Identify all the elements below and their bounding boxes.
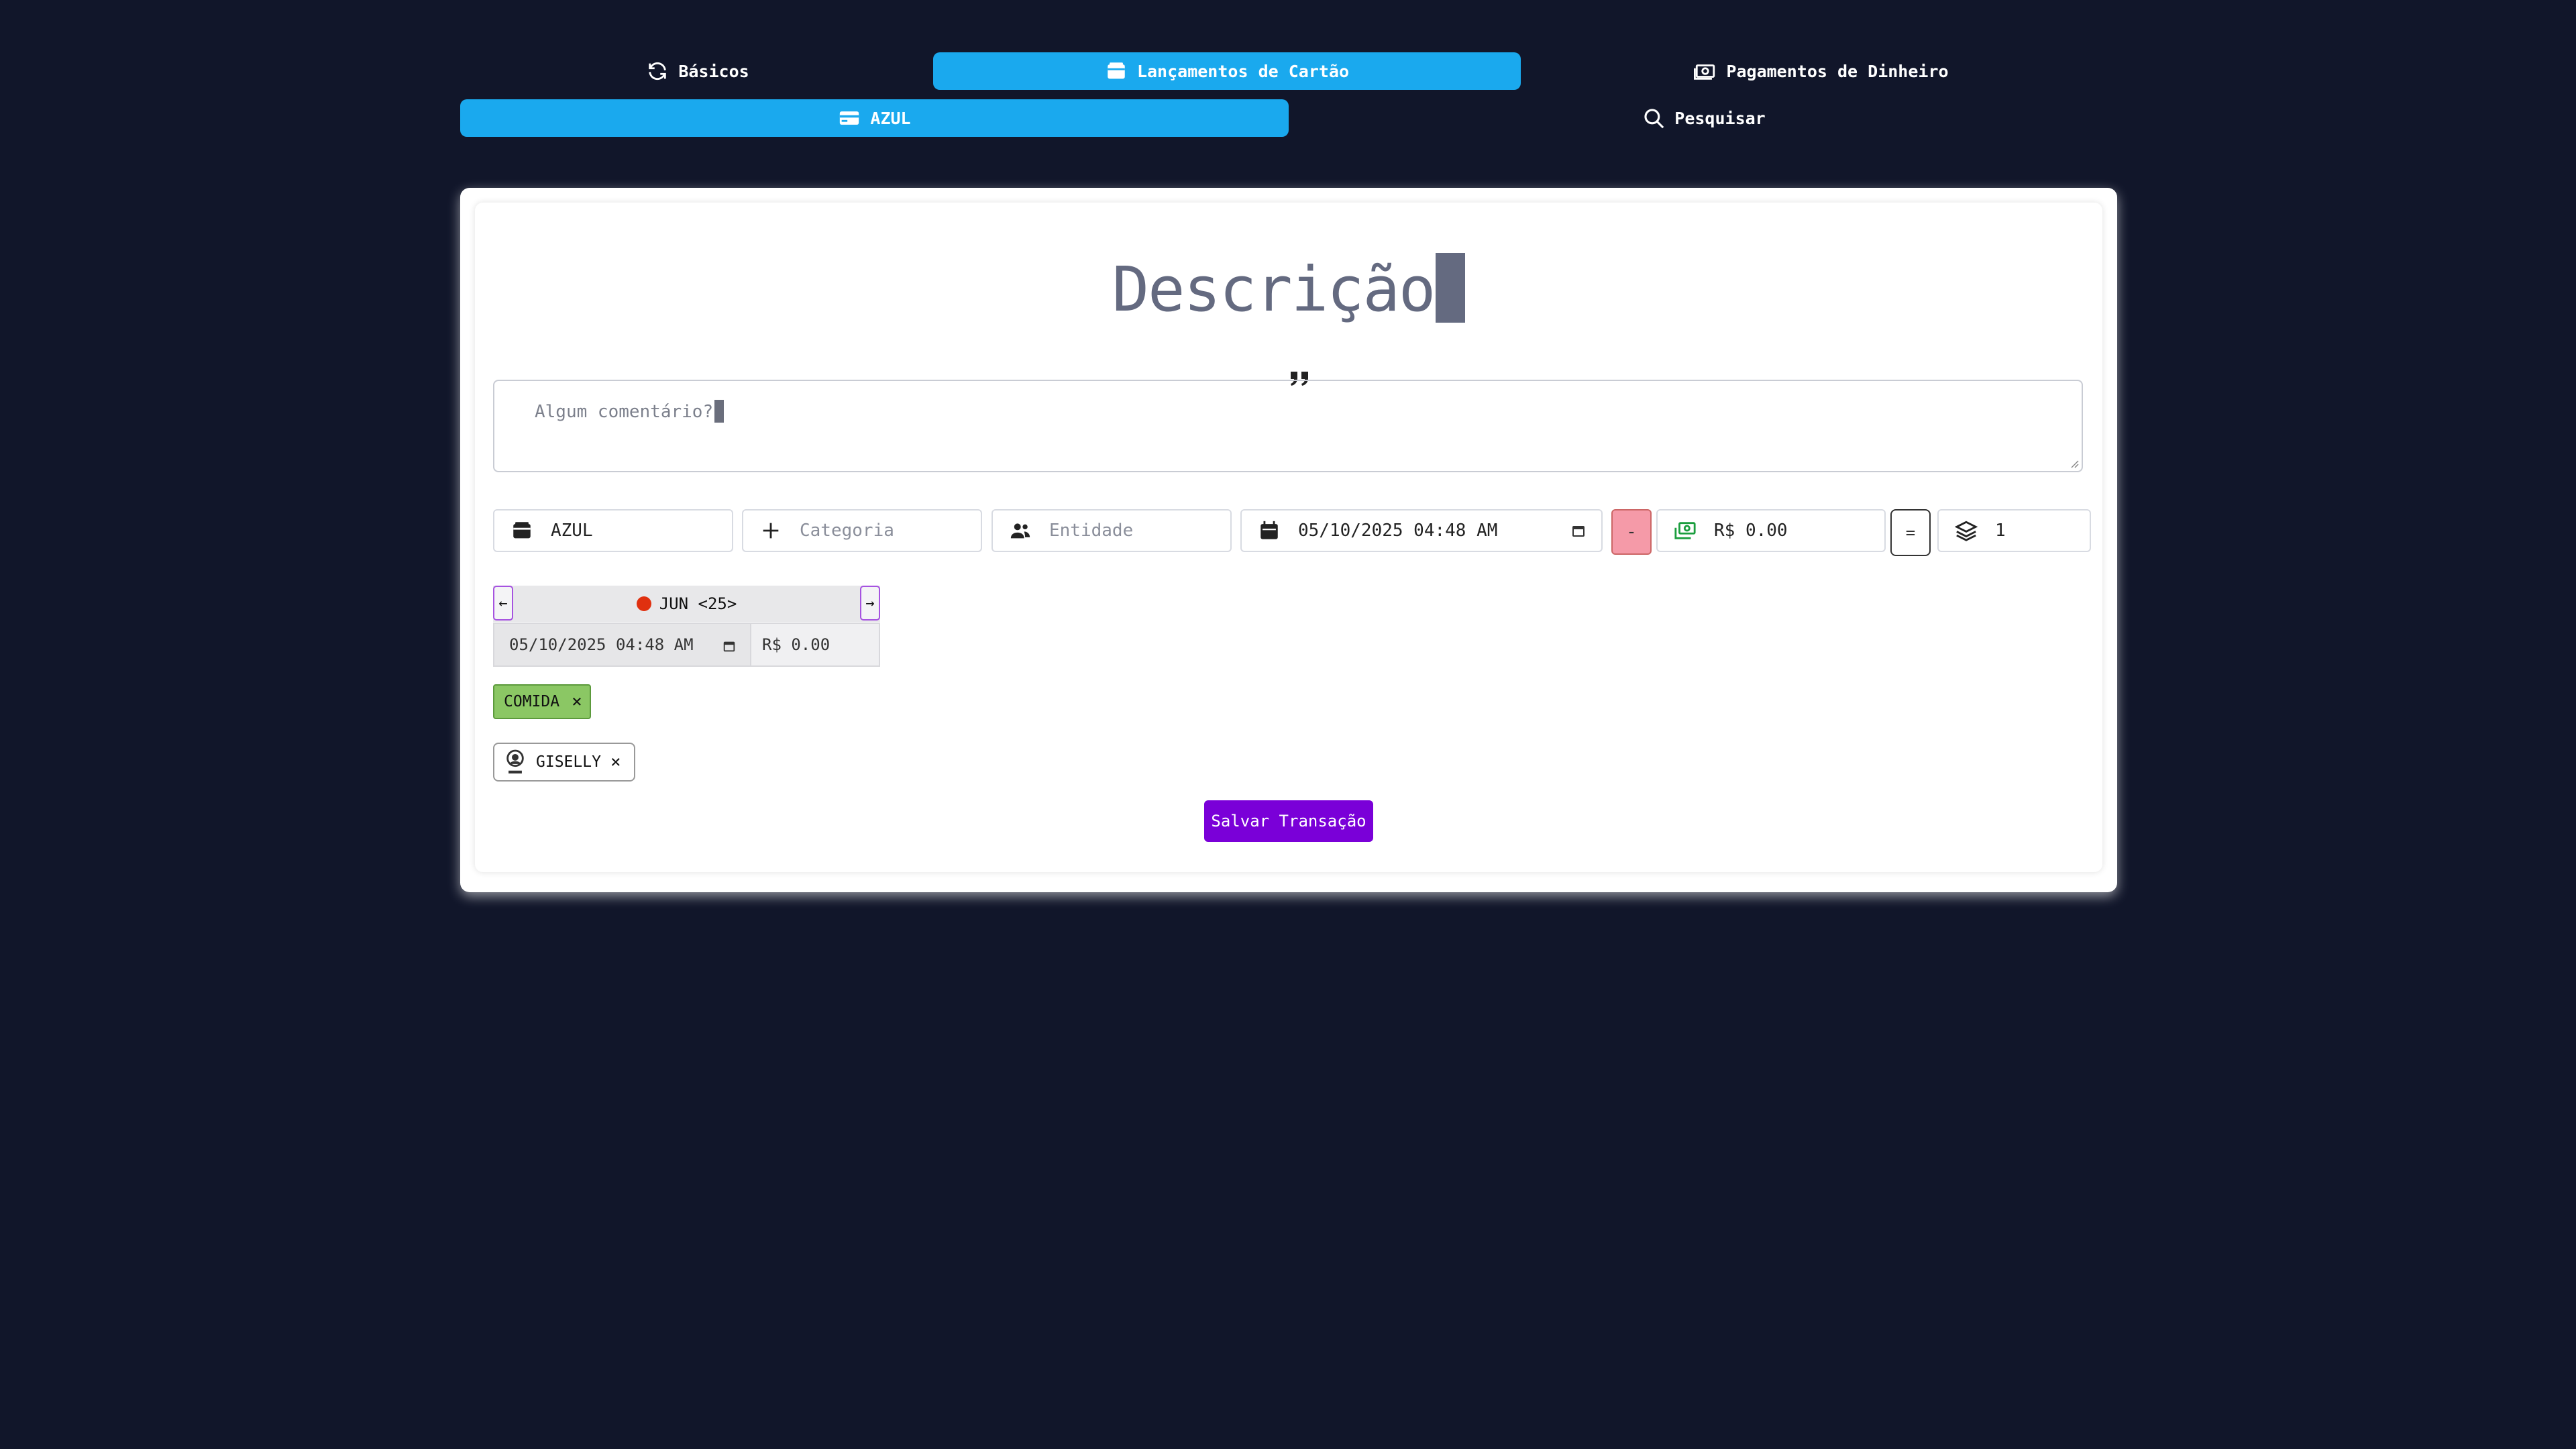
installment-date-value: 05/10/2025 04:48 AM <box>509 635 694 654</box>
entity-field[interactable]: Entidade <box>991 509 1232 552</box>
prev-month-button[interactable]: ← <box>493 586 513 621</box>
sign-toggle-button[interactable]: - <box>1611 509 1652 555</box>
installment-month-header: JUN <25> <box>493 586 880 622</box>
resize-handle-icon[interactable] <box>2070 459 2079 468</box>
installment-month-label: JUN <25> <box>659 594 737 613</box>
refresh-icon <box>646 60 669 83</box>
category-chip: COMIDA × <box>493 684 591 719</box>
entity-chip-label: GISELLY <box>536 753 601 771</box>
tab-lancamentos-cartao[interactable]: Lançamentos de Cartão <box>933 52 1521 90</box>
money-icon <box>1694 60 1717 83</box>
datetime-value: 05/10/2025 04:48 AM <box>1298 521 1498 541</box>
users-icon <box>993 519 1049 542</box>
money-bill-icon <box>1658 519 1714 542</box>
date-picker-icon[interactable] <box>722 639 737 653</box>
installment-row: 05/10/2025 04:48 AM R$ 0.00 <box>493 623 880 667</box>
comment-placeholder: Algum comentário? <box>535 400 724 423</box>
transaction-form: Descrição Algum comentário? AZUL Categor… <box>475 203 2102 872</box>
tab-basicos-label: Básicos <box>678 61 749 81</box>
wallet-value: AZUL <box>551 521 593 541</box>
person-avatar-icon <box>494 749 527 775</box>
subtab-azul-label: AZUL <box>870 108 911 128</box>
description-placeholder: Descrição <box>1112 254 1436 325</box>
amount-value: R$ 0.00 <box>1714 521 1788 541</box>
installment-date-input[interactable]: 05/10/2025 04:48 AM <box>493 623 751 667</box>
tab-basicos[interactable]: Básicos <box>470 52 926 90</box>
tab-pagamentos-label: Pagamentos de Dinheiro <box>1726 61 1949 81</box>
save-transaction-button[interactable]: Salvar Transação <box>1204 800 1373 842</box>
installments-field[interactable]: 1 <box>1937 509 2091 552</box>
calendar-icon <box>1242 519 1298 542</box>
text-caret <box>1436 253 1466 323</box>
category-placeholder: Categoria <box>800 521 894 541</box>
credit-card-icon <box>838 107 861 129</box>
entity-placeholder: Entidade <box>1049 521 1134 541</box>
description-input[interactable]: Descrição <box>475 253 2102 325</box>
search-icon <box>1642 107 1665 129</box>
plus-icon <box>743 519 800 542</box>
wallet-field[interactable]: AZUL <box>493 509 733 552</box>
tab-lancamentos-label: Lançamentos de Cartão <box>1136 61 1350 81</box>
wallet-icon <box>494 519 551 542</box>
datetime-field[interactable]: 05/10/2025 04:48 AM <box>1240 509 1603 552</box>
transaction-card: Descrição Algum comentário? AZUL Categor… <box>460 188 2117 892</box>
installment-value: R$ 0.00 <box>762 635 830 654</box>
layers-icon <box>1939 519 1995 542</box>
subtab-azul[interactable]: AZUL <box>460 99 1289 137</box>
category-chip-label: COMIDA <box>504 693 560 710</box>
card-wallet-icon <box>1105 60 1128 83</box>
installment-value-input[interactable]: R$ 0.00 <box>751 623 880 667</box>
amount-field[interactable]: R$ 0.00 <box>1656 509 1886 552</box>
installment-month: JUN <25> <box>493 586 880 622</box>
comment-textarea[interactable]: Algum comentário? <box>493 380 2083 472</box>
close-icon[interactable]: × <box>572 692 582 712</box>
installments-value: 1 <box>1995 521 2006 541</box>
category-field[interactable]: Categoria <box>742 509 982 552</box>
status-dot <box>636 596 651 611</box>
subtab-pesquisar-label: Pesquisar <box>1674 108 1766 128</box>
subtab-pesquisar[interactable]: Pesquisar <box>1295 99 2113 137</box>
tab-pagamentos-dinheiro[interactable]: Pagamentos de Dinheiro <box>1527 52 2115 90</box>
close-icon[interactable]: × <box>610 752 621 772</box>
next-month-button[interactable]: → <box>860 586 880 621</box>
equals-button[interactable]: = <box>1890 509 1931 556</box>
date-picker-icon[interactable] <box>1570 523 1587 539</box>
entity-chip: GISELLY × <box>493 743 635 782</box>
